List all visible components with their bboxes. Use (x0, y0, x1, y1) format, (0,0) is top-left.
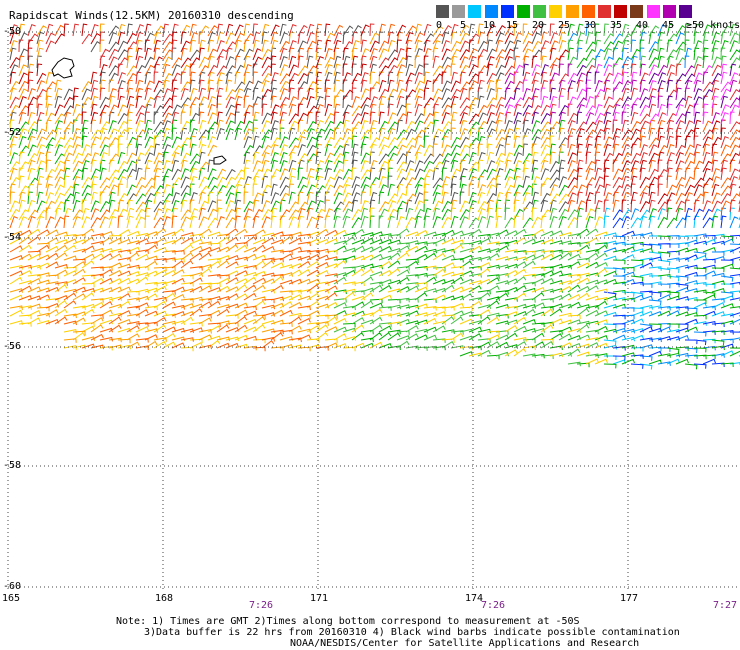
wind-barb-group (9, 23, 740, 352)
legend-swatch (533, 5, 547, 18)
latitude-label: -60 (3, 581, 22, 592)
legend-label: 15 (506, 20, 519, 31)
legend-label: 5 (460, 20, 467, 31)
longitude-label: 168 (155, 593, 174, 604)
legend-swatch (581, 5, 595, 18)
legend-label: 40 (636, 20, 649, 31)
legend-label: 45 (662, 20, 675, 31)
time-label: 7:26 (249, 600, 274, 611)
note-line-2: 3)Data buffer is 22 hrs from 20160310 4)… (144, 627, 680, 638)
wind-barb-group (567, 23, 740, 366)
legend-swatch (468, 5, 482, 18)
legend-label: 10 (483, 20, 496, 31)
legend-swatch (484, 5, 498, 18)
legend-swatch (614, 5, 628, 18)
island-outline (51, 57, 75, 79)
legend-swatch (500, 5, 514, 18)
legend-label: ≥50 knots (686, 20, 740, 31)
latitude-label: -56 (3, 341, 22, 352)
wind-barb-group (603, 207, 740, 370)
legend-label: 35 (610, 20, 623, 31)
latitude-label: -58 (3, 460, 22, 471)
time-label: 7:26 (481, 600, 506, 611)
longitude-label: 177 (620, 593, 639, 604)
legend-swatch (549, 5, 563, 18)
island-outline (213, 155, 227, 165)
latitude-label: -52 (3, 127, 22, 138)
legend-label: 25 (558, 20, 571, 31)
longitude-label: 171 (310, 593, 329, 604)
legend-swatch (452, 5, 466, 18)
note-line-3: NOAA/NESDIS/Center for Satellite Applica… (290, 638, 640, 649)
latitude-label: -54 (3, 232, 22, 243)
legend-swatch (565, 5, 579, 18)
longitude-label: 165 (2, 593, 21, 604)
chart-title: Rapidscat Winds(12.5KM) 20160310 descend… (9, 9, 294, 22)
legend-swatch (646, 5, 660, 18)
wind-barbs (9, 23, 740, 370)
legend-swatch (679, 5, 692, 18)
legend-swatch (436, 5, 449, 18)
wind-barb-group (603, 207, 740, 369)
legend-swatch (630, 5, 644, 18)
legend-swatch (517, 5, 530, 18)
legend-label: 0 (436, 20, 443, 31)
latitude-label: -50 (3, 26, 22, 37)
time-label: 7:27 (713, 600, 738, 611)
legend-swatch (662, 5, 676, 18)
legend-label: 20 (532, 20, 545, 31)
legend-swatch (598, 5, 611, 18)
legend-label: 30 (584, 20, 597, 31)
wind-map (7, 23, 740, 592)
note-line-1: Note: 1) Times are GMT 2)Times along bot… (116, 616, 580, 627)
